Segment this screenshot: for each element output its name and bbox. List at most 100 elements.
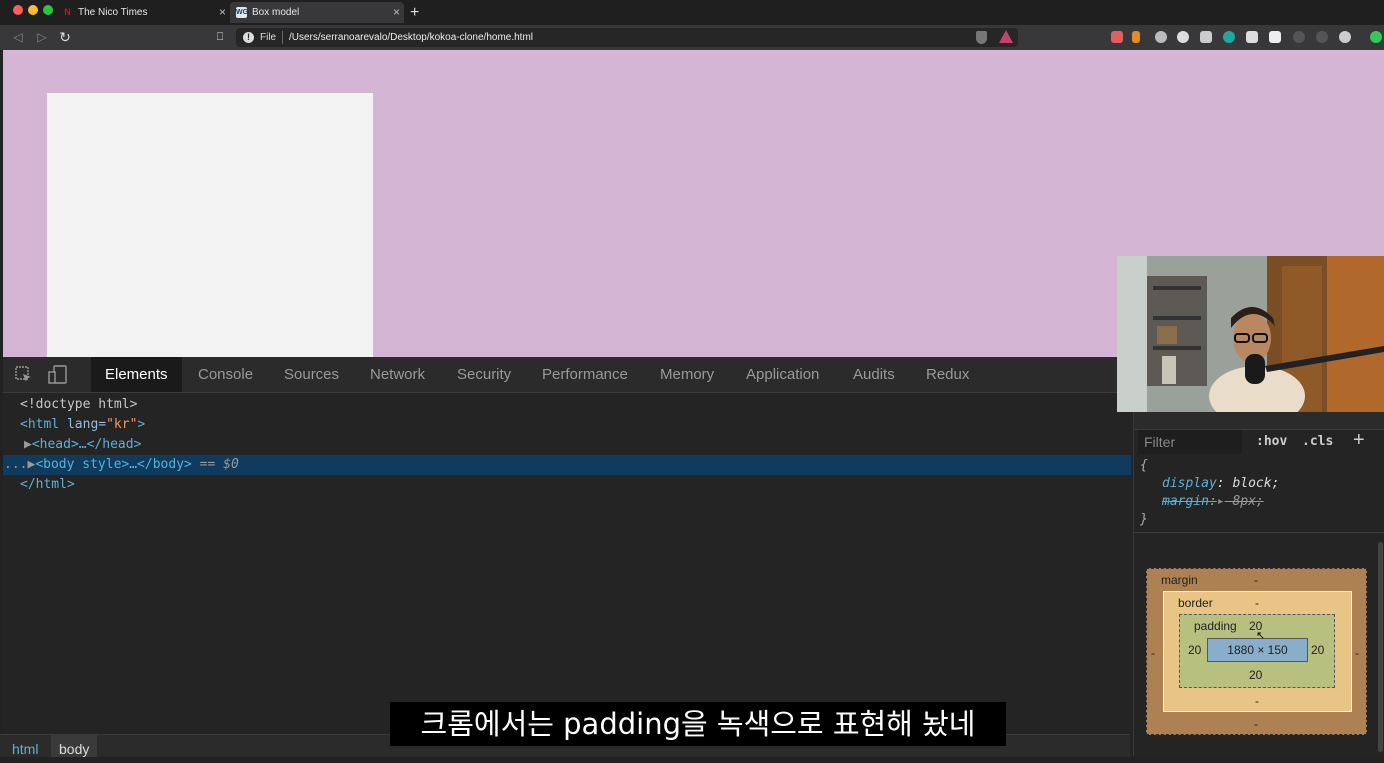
dom-selected-marker: == $0 (199, 457, 239, 472)
style-display[interactable]: display: block; (1162, 476, 1279, 491)
info-icon[interactable]: ! (243, 32, 254, 43)
tab-console[interactable]: Console (198, 357, 253, 392)
address-divider (282, 31, 283, 44)
box-element[interactable] (47, 93, 373, 357)
extension-icon[interactable] (1223, 31, 1235, 43)
margin-top-value[interactable]: - (1254, 573, 1258, 587)
dom-head-row[interactable]: ▶<head>…</head> (24, 435, 141, 455)
filter-placeholder: Filter (1144, 434, 1176, 450)
breadcrumb-html[interactable]: html (3, 735, 47, 757)
profile-icon[interactable] (1370, 31, 1382, 43)
tab-sources[interactable]: Sources (284, 357, 339, 392)
html-lang-attr: lang= (66, 417, 107, 432)
style-margin[interactable]: margin:▸ 8px; (1162, 494, 1264, 509)
divider (1134, 532, 1384, 533)
display-prop: display (1162, 476, 1217, 491)
margin-right-value[interactable]: - (1355, 646, 1359, 660)
new-tab-button[interactable]: + (410, 2, 419, 23)
padding-right-value[interactable]: 20 (1311, 643, 1324, 657)
tab-label: The Nico Times (78, 7, 148, 18)
box-model-padding[interactable]: padding 20 20 20 20 1880 × 150 ↖ (1179, 614, 1335, 688)
extension-icon[interactable] (1269, 31, 1281, 43)
styles-pane: Filter :hov .cls + { display: block; mar… (1133, 392, 1384, 756)
padding-label: padding (1194, 619, 1237, 633)
new-style-rule-button[interactable]: + (1353, 429, 1365, 452)
extension-icon[interactable] (1111, 31, 1123, 43)
forward-icon[interactable]: ▷ (34, 25, 50, 50)
extension-icon[interactable] (1316, 31, 1328, 43)
display-value: block; (1232, 476, 1280, 491)
cls-button[interactable]: .cls (1302, 434, 1333, 449)
address-scheme: File (260, 32, 277, 43)
rule-open-brace: { (1140, 458, 1148, 473)
extension-icon[interactable] (1132, 31, 1140, 43)
brave-rewards-icon[interactable] (999, 30, 1013, 43)
styles-scrollbar[interactable] (1378, 542, 1383, 752)
devtools-panel: Elements Console Sources Network Securit… (3, 357, 1384, 756)
device-toolbar-icon[interactable] (48, 365, 68, 385)
rule-close-brace: } (1140, 512, 1148, 527)
dom-html-open[interactable]: <html lang="kr"> (20, 415, 145, 435)
back-icon[interactable]: ◁ (10, 25, 26, 50)
extension-icon[interactable] (1200, 31, 1212, 43)
tab-the-nico-times[interactable]: N The Nico Times × (56, 2, 230, 23)
extension-icon[interactable] (1246, 31, 1258, 43)
brave-shield-icon[interactable] (976, 31, 987, 44)
expand-triangle-icon[interactable]: ▸ (1217, 494, 1225, 509)
tab-redux[interactable]: Redux (926, 357, 969, 392)
dom-body-row[interactable]: ...▶<body style>…</body> == $0 (4, 455, 239, 475)
tab-performance[interactable]: Performance (542, 357, 628, 392)
close-tab-icon[interactable]: × (219, 2, 226, 23)
tab-elements[interactable]: Elements (91, 357, 182, 392)
padding-left-value[interactable]: 20 (1188, 643, 1201, 657)
cursor-icon: ↖ (1256, 630, 1266, 642)
html-open-end: > (137, 417, 146, 432)
extension-icon[interactable] (1177, 31, 1189, 43)
minimize-window-button[interactable] (28, 5, 38, 15)
styles-filter-input[interactable]: Filter (1138, 430, 1242, 454)
row-dots[interactable]: ... (4, 457, 27, 472)
breadcrumb-body[interactable]: body (51, 735, 98, 757)
extension-icon[interactable] (1155, 31, 1167, 43)
address-url: /Users/serranoarevalo/Desktop/kokoa-clon… (289, 32, 533, 43)
tab-application[interactable]: Application (746, 357, 819, 392)
close-window-button[interactable] (13, 5, 23, 15)
extension-icon[interactable] (1293, 31, 1305, 43)
dom-body: <body style>…</body> (35, 457, 192, 472)
hov-button[interactable]: :hov (1256, 434, 1287, 449)
box-model-border[interactable]: border - - padding 20 20 20 20 1880 × 15… (1163, 591, 1352, 712)
border-top-value[interactable]: - (1255, 596, 1259, 610)
reload-icon[interactable]: ↻ (57, 25, 73, 50)
box-model-margin[interactable]: margin - - - - border - - padding 20 20 … (1146, 568, 1367, 735)
browser-tab-bar: N The Nico Times × WG Box model × + (0, 0, 1384, 25)
expand-triangle-icon[interactable]: ▶ (24, 437, 32, 452)
margin-value: 8px; (1232, 494, 1264, 509)
dom-doctype[interactable]: <!doctype html> (20, 395, 137, 415)
padding-bottom-value[interactable]: 20 (1249, 668, 1262, 682)
tab-audits[interactable]: Audits (853, 357, 895, 392)
extension-icon[interactable] (1339, 31, 1351, 43)
margin-left-value[interactable]: - (1151, 646, 1155, 660)
inspect-element-icon[interactable] (15, 366, 31, 382)
dom-head: <head>…</head> (31, 437, 142, 452)
dom-html-close[interactable]: </html> (20, 475, 75, 495)
html-lang-value: "kr" (106, 417, 138, 432)
tab-security[interactable]: Security (457, 357, 511, 392)
margin-prop: margin (1162, 494, 1209, 509)
address-bar[interactable]: ! File /Users/serranoarevalo/Desktop/kok… (236, 28, 1018, 47)
border-bottom-value[interactable]: - (1255, 694, 1259, 708)
bookmark-icon[interactable]: ⎕ (212, 25, 228, 50)
tab-network[interactable]: Network (370, 357, 425, 392)
video-subtitle: 크롬에서는 padding을 녹색으로 표현해 놨네 (390, 702, 1006, 746)
webcam-overlay (1117, 256, 1384, 412)
tab-memory[interactable]: Memory (660, 357, 714, 392)
margin-label: margin (1161, 573, 1198, 587)
tab-label: Box model (252, 7, 300, 18)
close-tab-icon[interactable]: × (393, 2, 400, 23)
border-label: border (1178, 596, 1213, 610)
netflix-icon: N (64, 7, 71, 17)
margin-bottom-value[interactable]: - (1254, 717, 1258, 731)
wg-icon: WG (236, 7, 249, 18)
tab-box-model[interactable]: WG Box model × (230, 2, 404, 23)
maximize-window-button[interactable] (43, 5, 53, 15)
